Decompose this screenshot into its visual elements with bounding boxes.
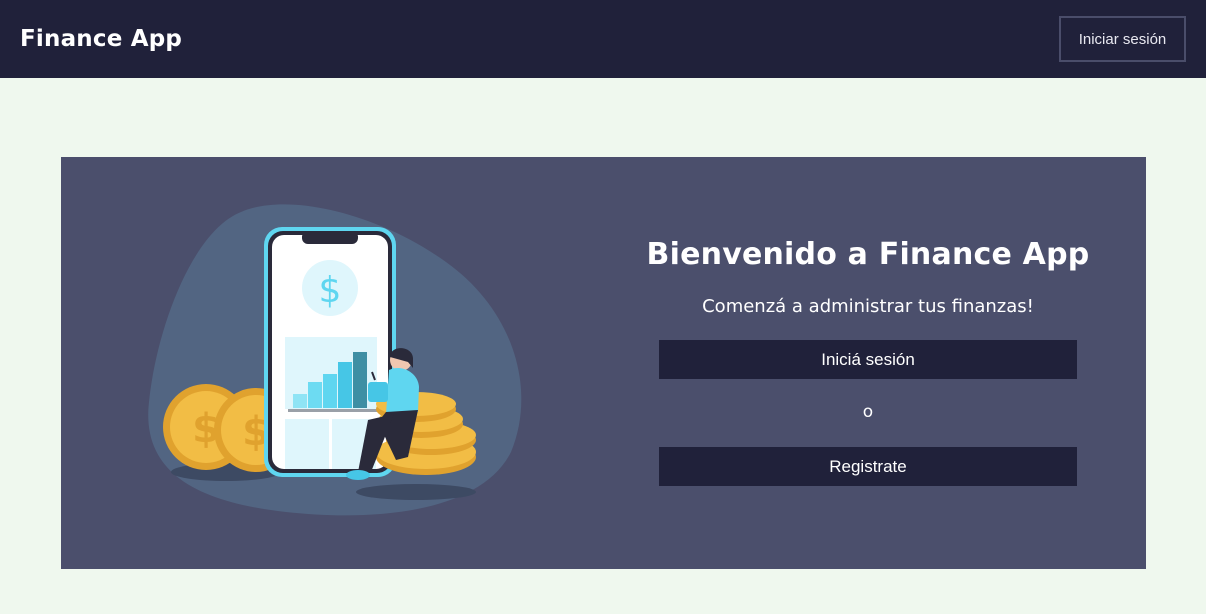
finance-illustration-image: $ $ $	[148, 204, 522, 516]
welcome-content: Bienvenido a Finance App Comenzá a admin…	[647, 237, 1089, 486]
login-button[interactable]: Iniciá sesión	[659, 340, 1077, 379]
or-separator: o	[862, 402, 874, 422]
navbar-login-button[interactable]: Iniciar sesión	[1059, 16, 1186, 62]
register-button[interactable]: Registrate	[659, 447, 1077, 486]
navbar: Finance App Iniciar sesión	[0, 0, 1206, 78]
welcome-subtitle: Comenzá a administrar tus finanzas!	[702, 296, 1034, 317]
svg-text:$: $	[319, 270, 342, 311]
finance-illustration: $ $ $	[146, 202, 531, 522]
brand-logo-text[interactable]: Finance App	[20, 26, 182, 52]
welcome-title: Bienvenido a Finance App	[646, 237, 1090, 272]
welcome-hero-card: $ $ $ Bienvenido a Finance App Comenzá a…	[61, 157, 1146, 569]
